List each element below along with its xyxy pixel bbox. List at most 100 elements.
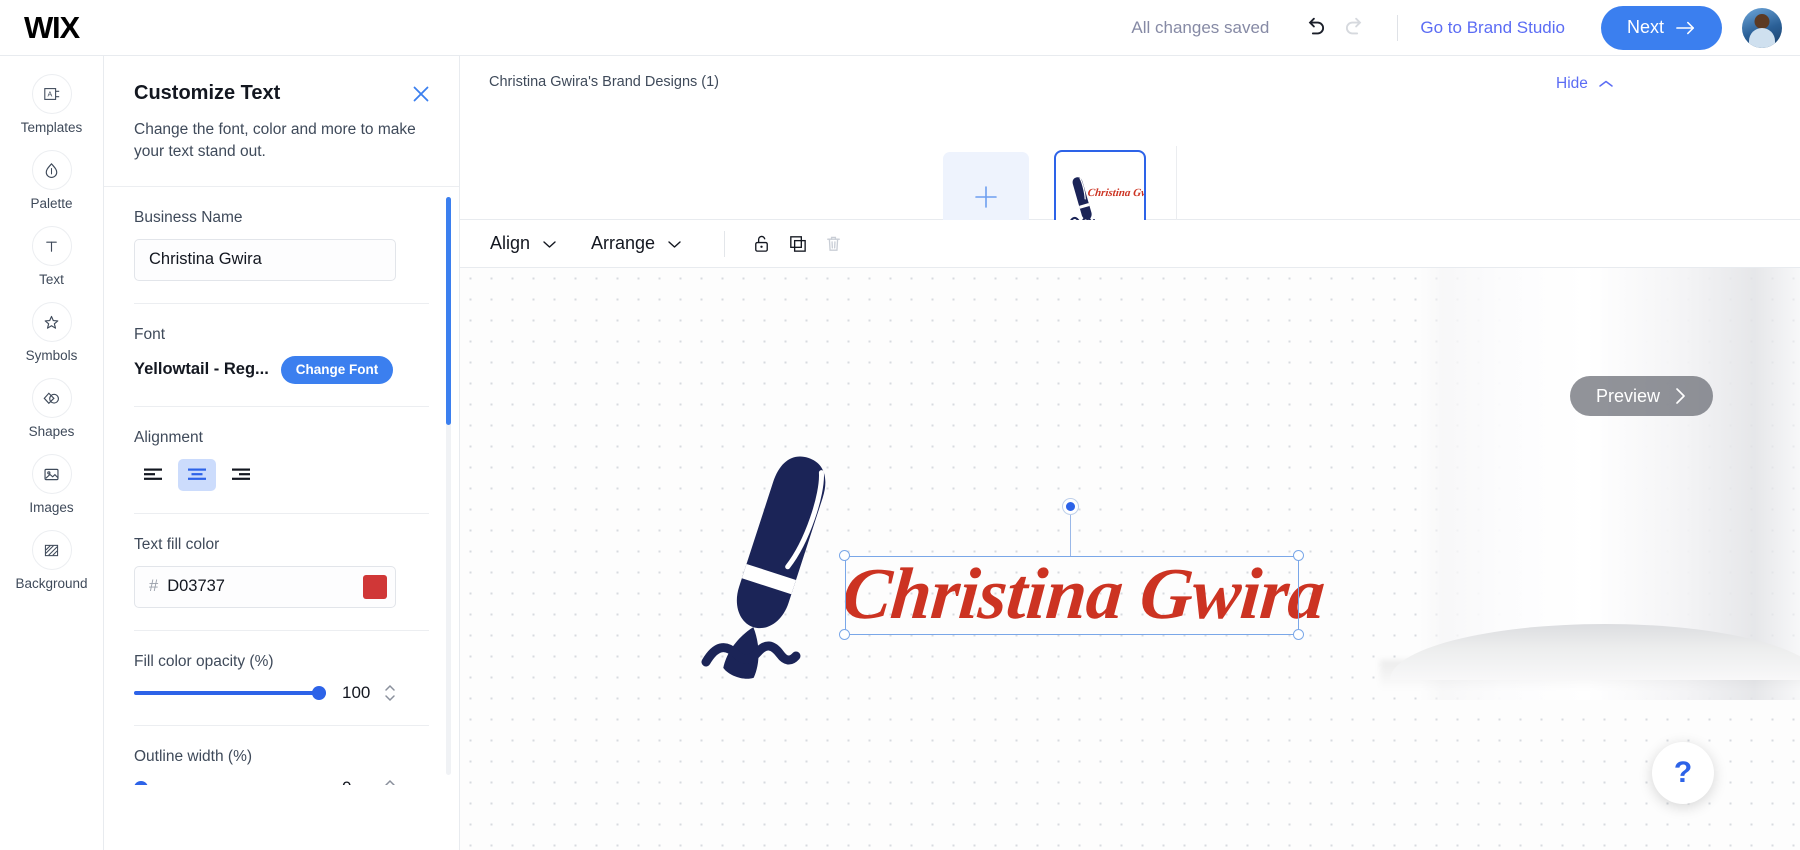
templates-icon: A	[31, 74, 72, 114]
align-right-button[interactable]	[222, 459, 260, 491]
sidebar-item-label: Images	[29, 500, 74, 515]
sidebar-item-shapes[interactable]: Shapes	[0, 378, 103, 439]
duplicate-button[interactable]	[779, 226, 815, 262]
resize-handle-top-left[interactable]	[839, 550, 850, 561]
outline-width-label: Outline width (%)	[134, 747, 253, 765]
alignment-label: Alignment	[134, 428, 203, 446]
sidebar-item-label: Templates	[20, 120, 83, 135]
sidebar-item-label: Background	[15, 576, 88, 591]
header-divider	[1397, 14, 1399, 41]
help-button[interactable]: ?	[1652, 742, 1714, 804]
slider-fill	[134, 690, 326, 695]
resize-handle-bottom-right[interactable]	[1293, 629, 1304, 640]
hide-label: Hide	[1556, 75, 1588, 92]
fill-opacity-label: Fill color opacity (%)	[134, 652, 274, 670]
sidebar-item-images[interactable]: Images	[0, 454, 103, 515]
sidebar-item-symbols[interactable]: Symbols	[0, 302, 103, 363]
text-fill-color-group: Text fill color # D03737	[134, 514, 429, 631]
stepper-up-icon[interactable]	[384, 684, 396, 692]
hex-color-input[interactable]: D03737	[167, 577, 363, 596]
color-input-wrap[interactable]: # D03737	[134, 565, 396, 608]
preview-button-label: Preview	[1595, 385, 1661, 406]
stepper-down-icon[interactable]	[384, 694, 396, 702]
panel-scrollbar-thumb[interactable]	[446, 196, 451, 425]
align-left-icon	[144, 468, 162, 480]
hash-symbol: #	[149, 577, 159, 596]
font-label: Font	[134, 325, 166, 343]
font-row: Yellowtail - Reg... Change Font	[134, 355, 429, 384]
outline-width-slider[interactable]	[134, 778, 326, 785]
align-dropdown-label: Align	[490, 233, 531, 253]
slider-knob[interactable]	[312, 685, 326, 700]
panel-body: Business Name Font Yellowtail - Reg... C…	[104, 187, 459, 785]
text-icon	[31, 226, 72, 266]
resize-handle-top-right[interactable]	[1293, 550, 1304, 561]
chevron-right-icon	[1676, 388, 1685, 404]
align-center-button[interactable]	[178, 458, 216, 491]
sidebar-item-templates[interactable]: A Templates	[0, 74, 103, 135]
outline-width-group: Outline width (%) 0	[134, 726, 429, 785]
brand-designs-strip: Christina Gwira's Brand Designs (1) Hide…	[460, 56, 1800, 269]
undo-icon	[1309, 17, 1325, 34]
selection-box	[845, 556, 1299, 635]
avatar[interactable]	[1742, 7, 1782, 48]
resize-handle-bottom-left[interactable]	[839, 629, 850, 640]
plus-icon	[975, 186, 997, 208]
delete-button[interactable]	[815, 226, 851, 262]
brand-studio-link[interactable]: Go to Brand Studio	[1420, 18, 1565, 38]
alignment-group: Alignment	[134, 407, 429, 514]
fill-opacity-stepper[interactable]	[384, 684, 396, 702]
fill-opacity-row: 100	[134, 683, 429, 703]
text-fill-color-label: Text fill color	[134, 535, 220, 553]
canvas-toolbar: Align Arrange	[460, 220, 1800, 268]
trash-icon	[826, 236, 840, 251]
top-header: WIX All changes saved Go to Brand Studio…	[0, 0, 1800, 56]
fill-opacity-slider[interactable]	[134, 683, 326, 703]
change-font-button[interactable]: Change Font	[280, 355, 394, 384]
fill-opacity-value[interactable]: 100	[342, 683, 384, 703]
sidebar-item-palette[interactable]: Palette	[0, 150, 103, 211]
redo-button[interactable]	[1335, 8, 1375, 48]
align-left-button[interactable]	[134, 459, 172, 491]
font-value: Yellowtail - Reg...	[134, 360, 269, 379]
shapes-icon	[31, 378, 72, 418]
sidebar-item-background[interactable]: Background	[0, 530, 103, 591]
rotation-stem	[1070, 514, 1072, 556]
align-center-icon	[188, 468, 206, 480]
palette-icon	[31, 150, 72, 190]
lock-button[interactable]	[743, 226, 779, 262]
color-swatch[interactable]	[363, 574, 387, 599]
sidebar-item-text[interactable]: Text	[0, 226, 103, 287]
panel-header: Customize Text Change the font, color an…	[104, 56, 459, 187]
outline-width-value[interactable]: 0	[342, 778, 384, 785]
close-icon	[413, 86, 429, 102]
next-button[interactable]: Next	[1600, 5, 1722, 50]
chevron-down-icon	[543, 240, 556, 248]
customize-text-panel: Customize Text Change the font, color an…	[104, 56, 460, 850]
background-icon	[31, 530, 72, 570]
stepper-up-icon[interactable]	[384, 779, 396, 785]
outline-width-stepper[interactable]	[384, 779, 396, 785]
undo-button[interactable]	[1295, 8, 1335, 48]
wix-logo[interactable]: WIX	[24, 10, 80, 46]
business-name-input[interactable]	[134, 238, 396, 281]
brand-designs-title: Christina Gwira's Brand Designs (1)	[489, 74, 720, 90]
toolbar-divider	[724, 230, 726, 257]
outline-width-row: 0	[134, 778, 429, 785]
left-icon-rail: A Templates Palette Text Symbols Shapes …	[0, 56, 104, 850]
arrange-dropdown-label: Arrange	[591, 233, 656, 253]
panel-scrollbar-track[interactable]	[446, 196, 451, 775]
preview-button[interactable]: Preview	[1570, 376, 1713, 416]
images-icon	[31, 454, 72, 494]
align-dropdown[interactable]: Align	[490, 233, 557, 254]
business-name-group: Business Name	[134, 187, 429, 304]
arrange-dropdown[interactable]: Arrange	[591, 233, 682, 254]
slider-knob[interactable]	[134, 780, 148, 785]
next-button-label: Next	[1626, 17, 1664, 37]
rotation-handle[interactable]	[1062, 498, 1079, 515]
close-panel-button[interactable]	[409, 82, 433, 106]
logo-canvas[interactable]: Christina Gwira Preview ?	[460, 268, 1800, 850]
align-right-icon	[232, 468, 250, 480]
svg-text:A: A	[47, 90, 52, 99]
hide-strip-button[interactable]: Hide	[1556, 75, 1614, 93]
